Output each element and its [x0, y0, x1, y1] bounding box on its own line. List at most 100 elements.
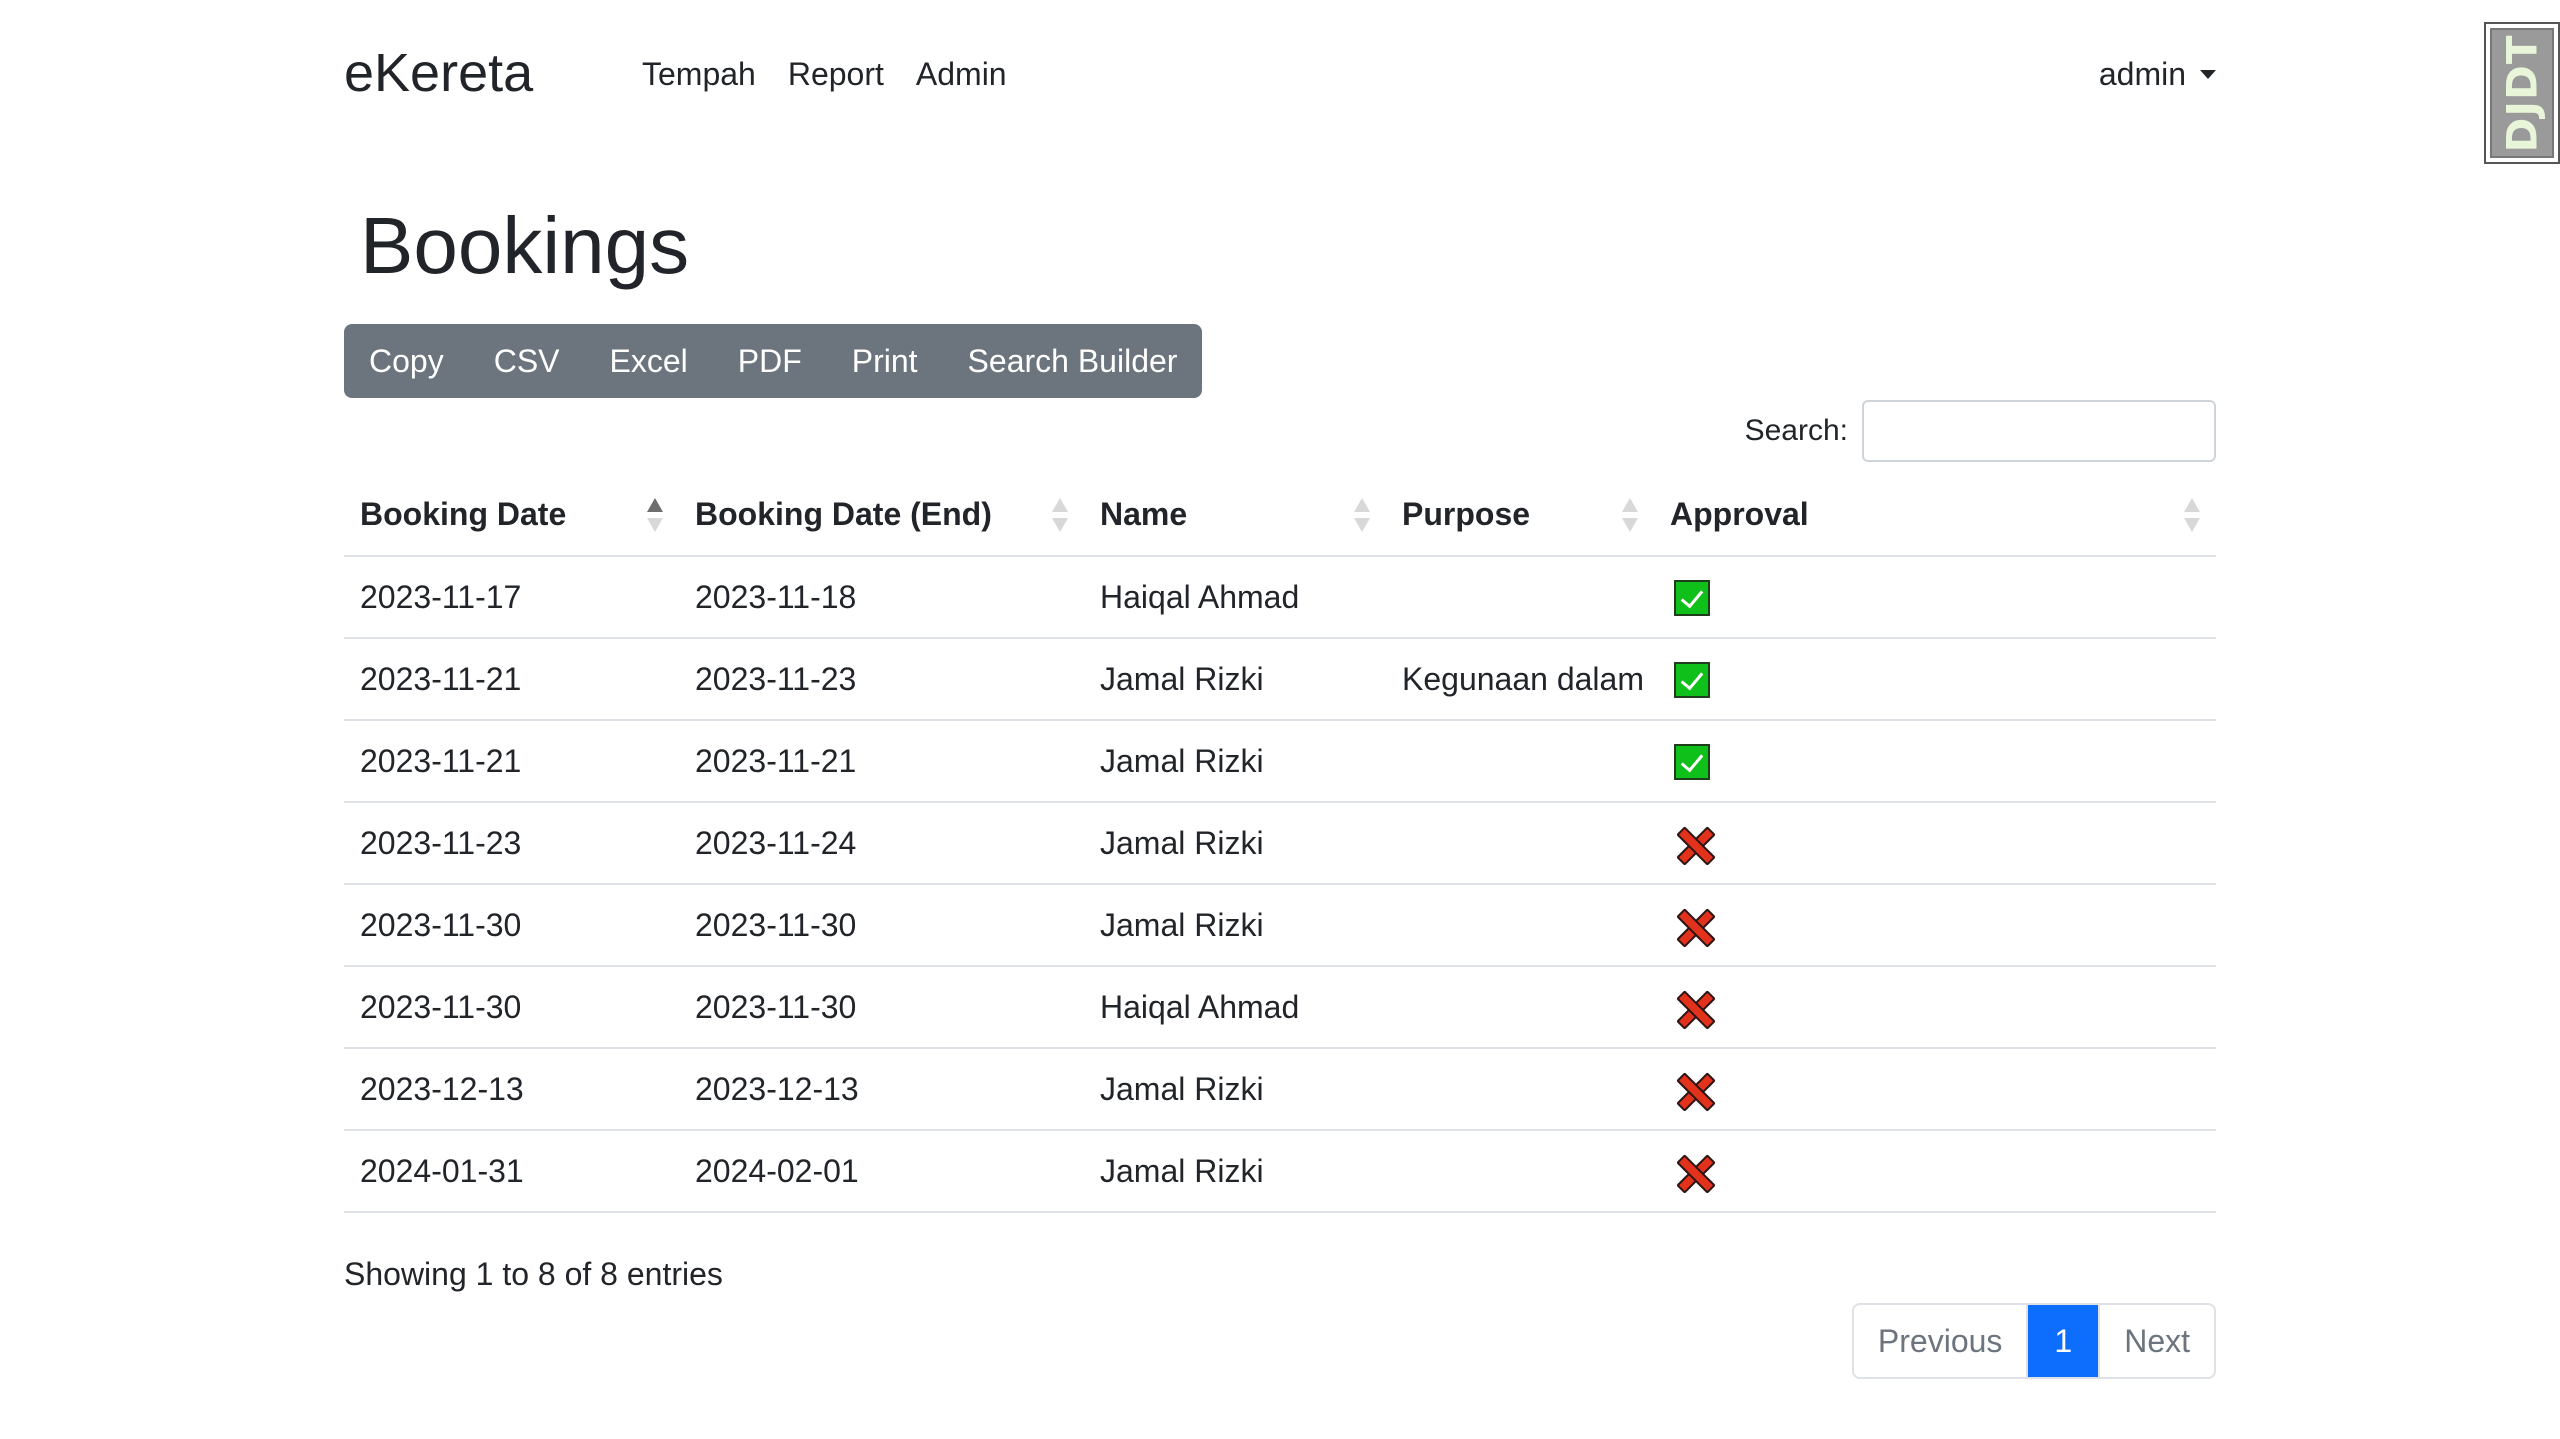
sort-icon [1354, 497, 1370, 532]
booking-date-cell: 2023-11-21 [344, 638, 679, 721]
column-header-label: Booking Date (End) [695, 496, 992, 532]
approval-cell [1654, 966, 2216, 1049]
pdf-button[interactable]: PDF [713, 324, 827, 398]
booking-date-cell: 2023-11-21 [344, 720, 679, 803]
debug-toolbar-handle[interactable]: DJDT [2484, 22, 2560, 164]
purpose-cell [1386, 720, 1654, 803]
user-dropdown[interactable]: admin [2099, 56, 2216, 93]
purpose-cell [1386, 1048, 1654, 1131]
approval-cell [1654, 802, 2216, 885]
navbar: eKereta Tempah Report Admin admin [344, 0, 2216, 150]
next-page-button[interactable]: Next [2098, 1305, 2214, 1377]
csv-button[interactable]: CSV [469, 324, 585, 398]
booking-date-cell: 2023-11-30 [344, 884, 679, 967]
print-button[interactable]: Print [827, 324, 943, 398]
purpose-cell [1386, 884, 1654, 967]
booking-date-cell: 2024-01-31 [344, 1130, 679, 1213]
nav-links: Tempah Report Admin [642, 56, 1007, 93]
name-cell: Jamal Rizki [1084, 638, 1386, 721]
name-cell: Jamal Rizki [1084, 884, 1386, 967]
cross-icon [1674, 1071, 1712, 1109]
column-header-name[interactable]: Name [1084, 474, 1386, 557]
cross-icon [1674, 1153, 1712, 1191]
sort-ascending-icon [647, 497, 663, 532]
search-input[interactable] [1862, 400, 2216, 462]
approval-cell [1654, 556, 2216, 639]
purpose-cell [1386, 966, 1654, 1049]
table-row: 2024-01-31 2024-02-01 Jamal Rizki [344, 1130, 2216, 1213]
search-label: Search: [1744, 414, 1848, 447]
table-row: 2023-11-30 2023-11-30 Jamal Rizki [344, 884, 2216, 967]
booking-date-end-cell: 2023-11-18 [679, 556, 1084, 639]
debug-toolbar-label: DJDT [2497, 33, 2547, 153]
table-row: 2023-11-30 2023-11-30 Haiqal Ahmad [344, 966, 2216, 1049]
check-icon [1674, 580, 1710, 617]
copy-button[interactable]: Copy [344, 324, 469, 398]
table-info: Showing 1 to 8 of 8 entries [344, 1256, 723, 1292]
table-row: 2023-11-23 2023-11-24 Jamal Rizki [344, 802, 2216, 885]
sort-icon [1622, 497, 1638, 532]
caret-down-icon [2200, 70, 2216, 79]
booking-date-cell: 2023-11-30 [344, 966, 679, 1049]
debug-toolbar-badge: DJDT [2490, 28, 2554, 158]
purpose-cell: Kegunaan dalam [1386, 638, 1654, 721]
booking-date-cell: 2023-11-23 [344, 802, 679, 885]
approval-cell [1654, 720, 2216, 803]
search-builder-button[interactable]: Search Builder [943, 324, 1203, 398]
name-cell: Jamal Rizki [1084, 720, 1386, 803]
table-body: 2023-11-17 2023-11-18 Haiqal Ahmad 2023-11-… [344, 556, 2216, 1213]
page-title: Bookings [360, 201, 690, 290]
booking-date-cell: 2023-12-13 [344, 1048, 679, 1131]
column-header-label: Approval [1670, 496, 1809, 532]
table-header-row: Booking Date Booking Date (End) Name Pur… [344, 474, 2216, 557]
booking-date-end-cell: 2024-02-01 [679, 1130, 1084, 1213]
approval-cell [1654, 884, 2216, 967]
approval-cell [1654, 1048, 2216, 1131]
name-cell: Jamal Rizki [1084, 802, 1386, 885]
brand-link[interactable]: eKereta [344, 42, 533, 104]
cross-icon [1674, 907, 1712, 945]
previous-page-button[interactable]: Previous [1853, 1305, 2027, 1377]
booking-date-cell: 2023-11-17 [344, 556, 679, 639]
bookings-table: Booking Date Booking Date (End) Name Pur… [344, 474, 2216, 1213]
name-cell: Jamal Rizki [1084, 1048, 1386, 1131]
user-name: admin [2098, 56, 2186, 92]
cross-icon [1674, 825, 1712, 863]
column-header-booking-date[interactable]: Booking Date [344, 474, 679, 557]
table-row: 2023-11-21 2023-11-23 Jamal Rizki Kegunaan … [344, 638, 2216, 721]
sort-icon [1052, 497, 1068, 532]
column-header-purpose[interactable]: Purpose [1386, 474, 1654, 557]
cross-icon [1674, 989, 1712, 1027]
pagination: Previous 1 Next [1851, 1303, 2216, 1379]
table-row: 2023-12-13 2023-12-13 Jamal Rizki [344, 1048, 2216, 1131]
booking-date-end-cell: 2023-12-13 [679, 1048, 1084, 1131]
search-area: Search: [1745, 400, 2216, 462]
approval-cell [1654, 1130, 2216, 1213]
excel-button[interactable]: Excel [585, 324, 713, 398]
table-row: 2023-11-21 2023-11-21 Jamal Rizki [344, 720, 2216, 803]
nav-link-report[interactable]: Report [788, 56, 884, 93]
nav-link-tempah[interactable]: Tempah [642, 56, 756, 93]
page-1-button[interactable]: 1 [2026, 1305, 2099, 1377]
column-header-label: Purpose [1402, 496, 1531, 532]
purpose-cell [1386, 802, 1654, 885]
name-cell: Haiqal Ahmad [1084, 966, 1386, 1049]
check-icon [1674, 744, 1710, 781]
name-cell: Jamal Rizki [1084, 1130, 1386, 1213]
export-button-group: Copy CSV Excel PDF Print Search Builder [344, 324, 1203, 398]
sort-icon [2184, 497, 2200, 532]
booking-date-end-cell: 2023-11-24 [679, 802, 1084, 885]
name-cell: Haiqal Ahmad [1084, 556, 1386, 639]
nav-link-admin[interactable]: Admin [916, 56, 1007, 93]
column-header-label: Booking Date [360, 496, 567, 532]
approval-cell [1654, 638, 2216, 721]
table-row: 2023-11-17 2023-11-18 Haiqal Ahmad [344, 556, 2216, 639]
column-header-booking-date-end[interactable]: Booking Date (End) [679, 474, 1084, 557]
booking-date-end-cell: 2023-11-23 [679, 638, 1084, 721]
booking-date-end-cell: 2023-11-21 [679, 720, 1084, 803]
booking-date-end-cell: 2023-11-30 [679, 966, 1084, 1049]
column-header-label: Name [1100, 496, 1188, 532]
purpose-cell [1386, 1130, 1654, 1213]
purpose-cell [1386, 556, 1654, 639]
column-header-approval[interactable]: Approval [1654, 474, 2216, 557]
